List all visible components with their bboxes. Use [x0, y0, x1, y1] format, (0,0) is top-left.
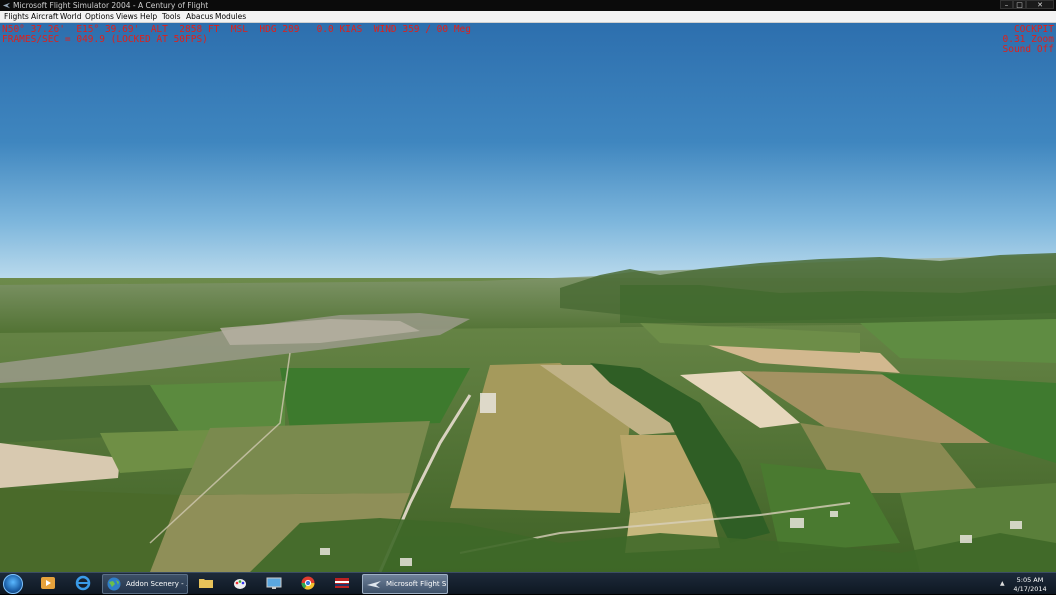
start-button[interactable]: [3, 574, 23, 594]
menu-modules[interactable]: Modules: [214, 11, 247, 23]
hud-fps-readout: FRAMES/SEC = 049.9 (LOCKED AT 50FPS): [2, 34, 208, 45]
menu-aircraft[interactable]: Aircraft: [30, 11, 59, 23]
chrome-icon[interactable]: [300, 575, 316, 591]
close-button[interactable]: ✕: [1026, 0, 1054, 9]
menu-bar: Flights Aircraft World Options Views Hel…: [0, 11, 1056, 23]
maximize-button[interactable]: □: [1013, 0, 1026, 9]
menu-views[interactable]: Views: [115, 11, 139, 23]
clock-time[interactable]: 5:05 AM: [1010, 576, 1050, 584]
display-icon[interactable]: [266, 575, 282, 591]
terrain-view: [0, 23, 1056, 572]
minimize-button[interactable]: –: [1000, 0, 1013, 9]
tray-expand-icon[interactable]: ▲: [1000, 580, 1005, 587]
task-label-flight-simulator: Microsoft Flight S...: [386, 580, 448, 588]
system-tray: ▲ 5:05 AM 4/17/2014: [990, 573, 1056, 595]
airplane-app-icon: [2, 2, 11, 9]
task-label-addon-scenery: Addon Scenery - ...: [126, 580, 188, 588]
flag-icon[interactable]: [334, 575, 350, 591]
menu-tools[interactable]: Tools: [161, 11, 181, 23]
flight-simulator-window: Microsoft Flight Simulator 2004 - A Cent…: [0, 0, 1056, 572]
airplane-icon: [367, 581, 381, 588]
title-bar[interactable]: Microsoft Flight Simulator 2004 - A Cent…: [0, 0, 1056, 11]
hud-sound-status: Sound Off: [1002, 44, 1054, 55]
field-striped: [180, 421, 430, 495]
media-player-icon[interactable]: [40, 575, 56, 591]
field-big-green: [280, 368, 470, 428]
menu-flights[interactable]: Flights: [3, 11, 30, 23]
menu-help[interactable]: Help: [139, 11, 158, 23]
menu-world[interactable]: World: [59, 11, 83, 23]
window-title: Microsoft Flight Simulator 2004 - A Cent…: [13, 1, 209, 10]
folder-icon[interactable]: [198, 575, 214, 591]
menu-abacus[interactable]: Abacus: [185, 11, 214, 23]
taskbar-task-addon-scenery[interactable]: Addon Scenery - ...: [102, 574, 188, 594]
sky: [0, 23, 1056, 288]
simulator-viewport[interactable]: N50° 37.26' E15° 39.69' ALT 2858 FT MSL …: [0, 23, 1056, 572]
taskbar: Addon Scenery - ... Microsoft Flight S..…: [0, 572, 1056, 594]
clock-date[interactable]: 4/17/2014: [1010, 585, 1050, 593]
taskbar-task-flight-simulator[interactable]: Microsoft Flight S...: [362, 574, 448, 594]
paint-icon[interactable]: [232, 575, 248, 591]
globe-icon: [107, 577, 121, 591]
menu-options[interactable]: Options: [84, 11, 115, 23]
internet-explorer-icon[interactable]: [75, 575, 91, 591]
